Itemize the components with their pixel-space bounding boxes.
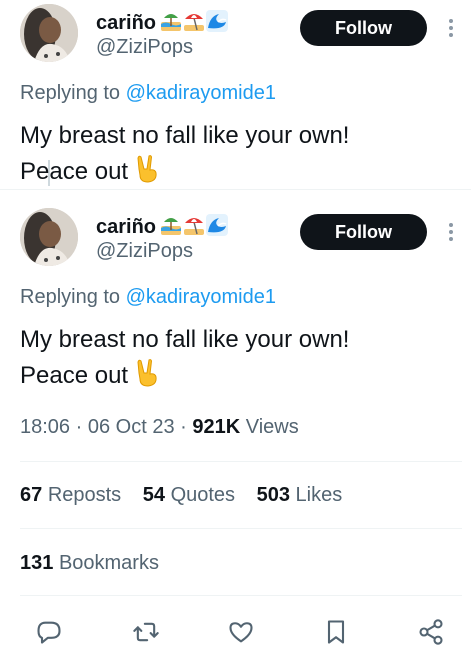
reply-button[interactable] bbox=[35, 618, 63, 646]
display-name[interactable]: cariño bbox=[96, 10, 229, 38]
parent-tweet[interactable]: cariño @ZiziPops Follow Replying to @kad… bbox=[0, 0, 471, 190]
quotes-stat[interactable]: 54 Quotes bbox=[143, 484, 235, 506]
more-options-icon[interactable] bbox=[444, 17, 458, 39]
meta-separator: · bbox=[180, 416, 187, 438]
share-button[interactable] bbox=[417, 618, 445, 646]
name-emojis bbox=[160, 214, 229, 242]
tweet-text-line: My breast no fall like your own! bbox=[20, 326, 350, 353]
views-label: Views bbox=[245, 416, 299, 438]
meta-separator: · bbox=[75, 416, 83, 438]
like-icon bbox=[229, 622, 253, 643]
quotes-count: 54 bbox=[142, 484, 165, 506]
replying-prefix: Replying to bbox=[20, 82, 121, 104]
avatar-image bbox=[20, 208, 78, 266]
more-options-icon[interactable] bbox=[444, 221, 458, 243]
divider bbox=[20, 528, 462, 529]
likes-label: Likes bbox=[295, 484, 343, 506]
likes-count: 503 bbox=[256, 484, 290, 506]
replying-to: Replying to @kadirayomide1 bbox=[20, 286, 276, 309]
divider bbox=[20, 595, 462, 596]
reposts-count: 67 bbox=[20, 484, 43, 506]
tweet-text-line-2: Peace out bbox=[20, 358, 460, 394]
repost-button[interactable] bbox=[132, 618, 160, 646]
tweet-text: My breast no fall like your own! Peace o… bbox=[20, 118, 460, 190]
display-name[interactable]: cariño bbox=[96, 214, 229, 242]
name-emojis bbox=[160, 10, 229, 38]
reposts-label: Reposts bbox=[47, 484, 122, 506]
reply-icon bbox=[37, 621, 61, 644]
like-button[interactable] bbox=[227, 618, 255, 646]
focused-tweet[interactable]: cariño @ZiziPops Follow Replying to @kad… bbox=[0, 190, 471, 664]
reply-mention-link[interactable]: @kadirayomide1 bbox=[126, 82, 276, 104]
tweet-time[interactable]: 18:06 bbox=[20, 416, 70, 438]
quotes-label: Quotes bbox=[170, 484, 236, 506]
tweet-text-line: My breast no fall like your own! bbox=[20, 122, 350, 149]
views-count: 921K bbox=[192, 416, 241, 438]
beach-umbrella-icon bbox=[184, 218, 205, 235]
tweet-text-line-2-text: Peace out bbox=[20, 362, 129, 389]
display-name-text: cariño bbox=[96, 12, 157, 34]
water-wave-icon bbox=[206, 214, 229, 236]
beach-umbrella-icon bbox=[184, 14, 205, 31]
handle[interactable]: @ZiziPops bbox=[96, 36, 193, 59]
engagement-stats: 67 Reposts 54 Quotes 503 Likes bbox=[20, 484, 358, 507]
avatar[interactable] bbox=[20, 208, 78, 266]
beach-with-umbrella-icon bbox=[161, 218, 182, 235]
avatar[interactable] bbox=[20, 4, 78, 62]
beach-with-umbrella-icon bbox=[161, 14, 182, 31]
handle[interactable]: @ZiziPops bbox=[96, 240, 193, 263]
action-bar bbox=[0, 618, 471, 650]
reposts-stat[interactable]: 67 Reposts bbox=[20, 484, 121, 506]
tweet-text-line-2-text: Peace out bbox=[20, 158, 129, 185]
bookmarks-label: Bookmarks bbox=[58, 552, 159, 574]
follow-button[interactable]: Follow bbox=[300, 10, 427, 46]
victory-hand-icon bbox=[137, 359, 157, 387]
tweet-metadata: 18:06 · 06 Oct 23 · 921K Views bbox=[20, 416, 299, 439]
victory-hand-icon bbox=[137, 155, 157, 183]
tweet-text-line-2: Peace out bbox=[20, 154, 460, 190]
replying-prefix: Replying to bbox=[20, 286, 121, 308]
tweet-date[interactable]: 06 Oct 23 bbox=[88, 416, 175, 438]
tweet-text: My breast no fall like your own! Peace o… bbox=[20, 322, 460, 394]
retweet-icon bbox=[133, 622, 159, 642]
likes-stat[interactable]: 503 Likes bbox=[257, 484, 343, 506]
water-wave-icon bbox=[206, 10, 229, 32]
avatar-image bbox=[20, 4, 78, 62]
reply-mention-link[interactable]: @kadirayomide1 bbox=[126, 286, 276, 308]
replying-to: Replying to @kadirayomide1 bbox=[20, 82, 276, 105]
display-name-text: cariño bbox=[96, 216, 157, 238]
bookmark-button[interactable] bbox=[322, 618, 350, 646]
share-icon bbox=[419, 619, 443, 645]
bookmark-icon bbox=[327, 620, 345, 644]
divider bbox=[20, 461, 462, 462]
bookmarks-count: 131 bbox=[20, 552, 54, 574]
bookmarks-stat[interactable]: 131 Bookmarks bbox=[20, 552, 159, 575]
follow-button[interactable]: Follow bbox=[300, 214, 427, 250]
